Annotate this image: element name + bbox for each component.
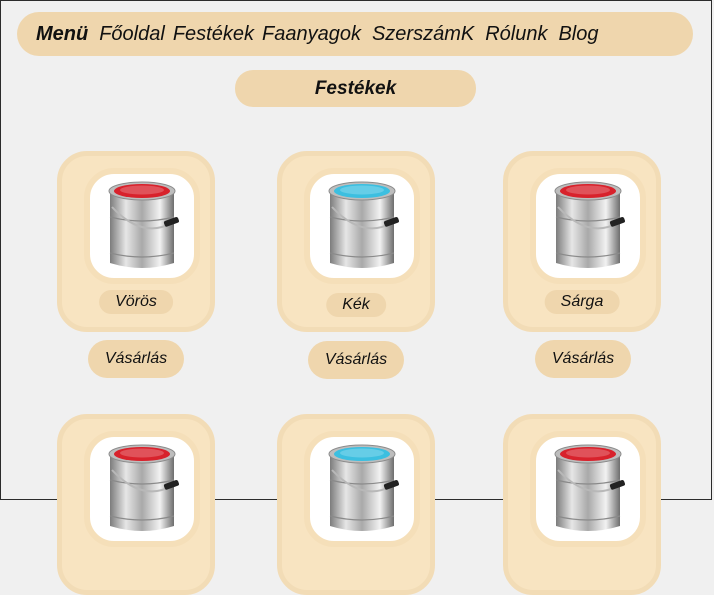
- product-name: Vörös: [99, 290, 173, 314]
- product-card: Vörös: [57, 151, 215, 332]
- product-card: [277, 414, 435, 595]
- buy-button[interactable]: Vásárlás: [535, 340, 631, 378]
- product-image[interactable]: [530, 168, 646, 284]
- buy-button[interactable]: Vásárlás: [308, 341, 404, 379]
- product-image[interactable]: [530, 431, 646, 547]
- product-image[interactable]: [84, 168, 200, 284]
- nav-link-blog[interactable]: Blog: [558, 23, 598, 46]
- product-card: [57, 414, 215, 595]
- page-title: Festékek: [235, 70, 476, 107]
- blue-paint-can-icon: [328, 444, 399, 531]
- red-paint-can-icon: [554, 181, 625, 268]
- buy-button[interactable]: Vásárlás: [88, 340, 184, 378]
- nav-link-szerszamok[interactable]: SzerszámK: [372, 23, 474, 46]
- product-name: Kék: [326, 293, 386, 317]
- product-name: Sárga: [544, 290, 620, 314]
- nav-link-fooldal[interactable]: Főoldal: [99, 23, 165, 46]
- nav-link-faanyagok[interactable]: Faanyagok: [262, 23, 361, 46]
- red-paint-can-icon: [108, 444, 179, 531]
- menu-title: Menü: [36, 22, 89, 45]
- blue-paint-can-icon: [328, 181, 399, 268]
- red-paint-can-icon: [554, 444, 625, 531]
- product-image[interactable]: [304, 168, 420, 284]
- nav-link-festekek[interactable]: Festékek: [173, 23, 254, 46]
- top-nav: Menü Főoldal Festékek Faanyagok Szerszám…: [17, 12, 693, 56]
- nav-link-rolunk[interactable]: Rólunk: [485, 23, 547, 46]
- product-card: [503, 414, 661, 595]
- red-paint-can-icon: [108, 181, 179, 268]
- product-image[interactable]: [84, 431, 200, 547]
- product-card: Kék: [277, 151, 435, 332]
- product-card: Sárga: [503, 151, 661, 332]
- product-image[interactable]: [304, 431, 420, 547]
